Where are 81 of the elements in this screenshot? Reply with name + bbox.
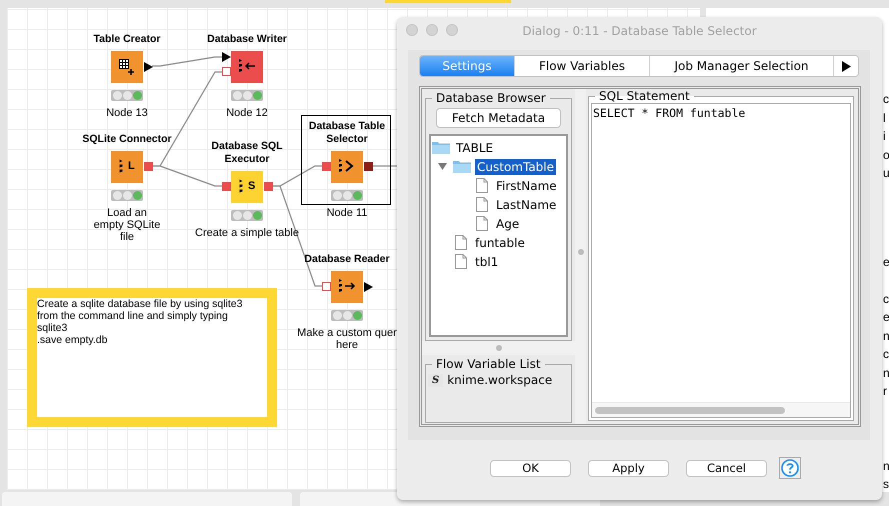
splitter-handle[interactable] (496, 345, 502, 351)
node-caption: Node 11 (326, 207, 368, 219)
dialog-button[interactable]: Apply (588, 460, 669, 476)
description-text: s (883, 476, 889, 493)
icon-letter: L (128, 160, 135, 172)
input-port (322, 282, 331, 291)
dialog-button[interactable]: Cancel (686, 460, 767, 476)
workflow-node[interactable]: Database Reader (301, 235, 391, 325)
file-icon (455, 254, 467, 269)
node-caption: Create a simple table (195, 227, 299, 239)
annotation-note: Create a sqlite database file by using sqlite3 from the command line and simply typing sqlite3 .save empty.db (27, 288, 277, 427)
node-box[interactable]: S (231, 171, 263, 203)
node-title: SQLite Connector (82, 133, 172, 146)
file-icon (476, 197, 488, 212)
description-text: n (883, 458, 889, 474)
folder-icon (453, 160, 471, 173)
input-port (322, 162, 331, 171)
workflow-node[interactable]: Database SQL Executor S (201, 135, 291, 225)
node-title: Database Reader (304, 253, 390, 266)
database-icon (239, 179, 243, 193)
description-text: r (883, 383, 888, 400)
node-caption: Make a custom quer here (297, 327, 397, 351)
splitter-handle[interactable] (578, 249, 584, 255)
file-icon (476, 216, 488, 231)
node-title: Database Table Selector (308, 120, 386, 146)
dialog-button[interactable]: OK (490, 460, 571, 476)
output-port (264, 182, 273, 191)
node-title: Table Creator (94, 33, 160, 46)
tree-item[interactable]: FirstName (494, 178, 559, 194)
help-button[interactable] (779, 457, 801, 479)
workflow-node[interactable]: Database Writer (201, 15, 291, 105)
tree-item[interactable]: TABLE (454, 140, 496, 156)
database-icon (119, 159, 123, 173)
tree-item[interactable]: CustomTable (475, 158, 556, 174)
description-text: c (883, 91, 889, 108)
description-text: c (883, 346, 889, 363)
input-port (222, 182, 231, 191)
icon-letter: S (248, 180, 256, 192)
tree-item[interactable]: funtable (473, 234, 527, 250)
folder-icon (432, 141, 450, 154)
description-text: n (883, 328, 889, 344)
connection-line (152, 56, 222, 67)
node-box[interactable] (331, 271, 363, 303)
workflow-node[interactable]: Table Creator (81, 15, 171, 105)
expand-toggle-icon[interactable] (438, 162, 447, 171)
triangle-right-icon (842, 60, 850, 72)
group-title: Flow Variable List (435, 357, 542, 371)
output-port (144, 162, 153, 171)
group-title: Database Browser (435, 91, 547, 105)
node-box[interactable] (111, 51, 143, 83)
variable-item[interactable]: knime.workspace (447, 373, 552, 387)
node-title: Database Writer (207, 33, 287, 46)
workflow-node[interactable]: Database Table Selector (301, 115, 391, 205)
node-box[interactable] (331, 151, 363, 183)
description-text: c (883, 290, 889, 308)
node-box[interactable]: L (111, 151, 143, 183)
type-badge: S (428, 374, 444, 386)
node-caption: Load an empty SQLite file (94, 207, 160, 243)
scrollbar-thumb[interactable] (595, 406, 785, 414)
node-box[interactable] (231, 51, 263, 83)
description-text: e (883, 309, 889, 326)
sql-editor[interactable]: SELECT * FROM funtable (591, 103, 851, 418)
connection-line (372, 165, 399, 167)
fetch-metadata-button[interactable]: Fetch Metadata (436, 108, 561, 128)
description-text: l (883, 110, 887, 126)
tree-item[interactable]: LastName (494, 196, 558, 212)
output-port (364, 162, 373, 171)
node-caption: Node 12 (226, 107, 268, 119)
description-text: n (883, 364, 889, 382)
description-text: e (883, 254, 889, 270)
node-title: Database SQL Executor (211, 140, 283, 166)
tree-item[interactable]: tbl1 (473, 254, 500, 270)
description-text: u (883, 165, 889, 182)
description-text: i (883, 128, 887, 145)
description-text: o (883, 146, 889, 164)
group-title: SQL Statement (598, 89, 691, 103)
sql-text: SELECT * FROM funtable (592, 105, 746, 122)
window-title: Dialog - 0:11 - Database Table Selector (522, 24, 757, 38)
file-icon (455, 235, 467, 250)
tree-item[interactable]: Age (494, 216, 522, 232)
file-icon (476, 178, 488, 193)
